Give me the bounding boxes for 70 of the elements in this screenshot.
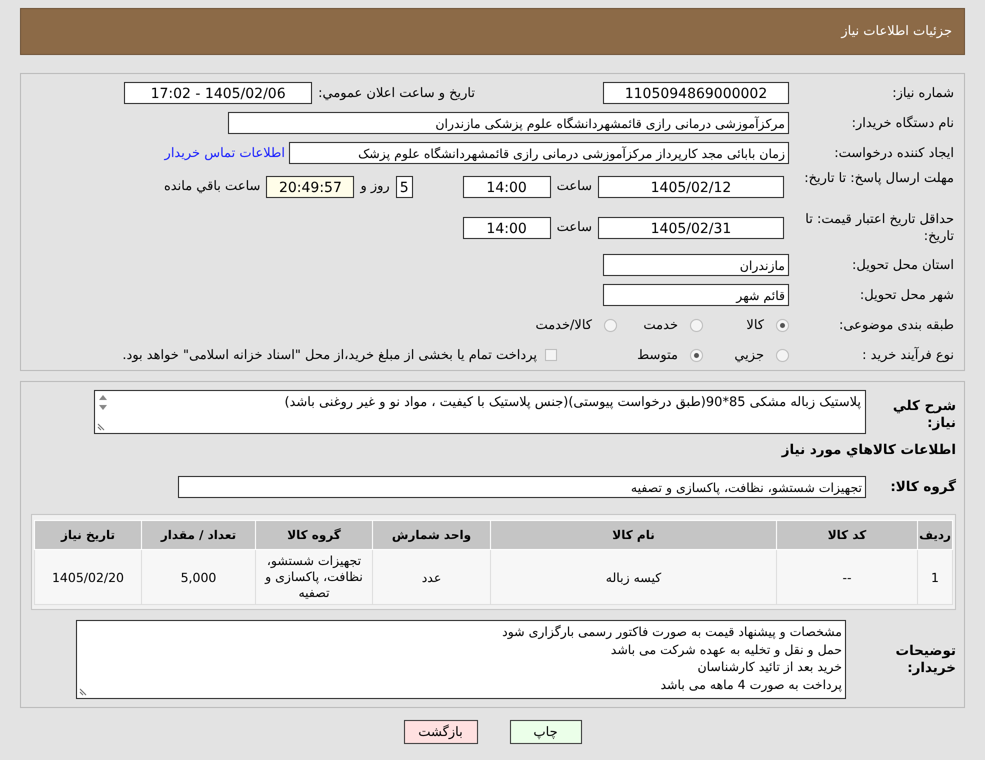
radio-button[interactable] bbox=[776, 318, 789, 332]
field-label: نوع فرآیند خرید : bbox=[861, 346, 954, 364]
back-button[interactable]: بازگشت bbox=[404, 720, 478, 744]
checkbox[interactable] bbox=[545, 349, 557, 361]
field-label: ساعت باقي مانده bbox=[164, 179, 260, 194]
column-header: ردیف bbox=[918, 520, 952, 550]
radio-button[interactable] bbox=[604, 318, 617, 332]
notes-line: خرید بعد از تائید کارشناسان bbox=[696, 658, 842, 676]
radio-button[interactable] bbox=[776, 348, 789, 362]
field-label: روز و bbox=[360, 179, 390, 194]
table-cell: 1405/02/20 bbox=[34, 550, 142, 604]
radio-button[interactable] bbox=[690, 318, 703, 332]
field-label: شماره نیاز: bbox=[891, 84, 954, 102]
option-label: خدمت bbox=[643, 318, 678, 332]
radio-button[interactable] bbox=[690, 348, 703, 362]
column-header: تاریخ نیاز bbox=[34, 520, 142, 550]
field-label: شرح کلي نياز: bbox=[892, 398, 956, 432]
field-label: حداقل تاریخ اعتبار قیمت: تا تاریخ: bbox=[804, 211, 954, 245]
column-header: واحد شمارش bbox=[372, 520, 490, 550]
text-field[interactable]: 1405/02/12 bbox=[598, 176, 784, 198]
option-label: متوسط bbox=[637, 348, 678, 362]
column-header: تعداد / مقدار bbox=[142, 520, 256, 550]
contact-link[interactable]: اطلاعات تماس خریدار bbox=[164, 146, 285, 160]
text-field[interactable]: 1405/02/31 bbox=[598, 217, 784, 239]
option-label: کالا/خدمت bbox=[535, 318, 592, 332]
text-field[interactable]: قائم شهر bbox=[603, 284, 789, 306]
table-cell: 5,000 bbox=[142, 550, 256, 604]
notes-line: مشخصات و پیشنهاد قیمت به صورت فاکتور رسمی بارگزاری شود bbox=[501, 623, 842, 640]
print-button[interactable]: چاپ bbox=[510, 720, 582, 744]
countdown-field[interactable]: 20:49:57 bbox=[266, 176, 354, 198]
field-label: طبقه بندی موضوعی: bbox=[838, 316, 954, 334]
field-label: نام دستگاه خریدار: bbox=[850, 114, 954, 132]
field-label: استان محل تحویل: bbox=[851, 256, 954, 274]
notes-field[interactable]: مشخصات و پیشنهاد قیمت به صورت فاکتور رسمی بارگزاری شود حمل و نقل و تخلیه به عهده شرکت می باشد خرید بعد از تائید کارشناسان پرداخت به صورت 4 ماهه می باشد bbox=[76, 620, 846, 699]
notes-line: حمل و نقل و تخلیه به عهده شرکت می باشد bbox=[610, 640, 842, 658]
field-label: گروه کالا: bbox=[889, 478, 956, 496]
notes-line: پرداخت به صورت 4 ماهه می باشد bbox=[659, 676, 842, 693]
text-field[interactable]: 1405/02/06 - 17:02 bbox=[124, 82, 312, 104]
field-label: تاريخ و ساعت اعلان عمومي: bbox=[318, 84, 475, 102]
text-field[interactable]: تجهیزات شستشو، نظافت، پاکسازی و تصفیه bbox=[178, 476, 866, 498]
text-field[interactable]: مازندران bbox=[603, 254, 789, 276]
text-field[interactable]: 1105094869000002 bbox=[603, 82, 789, 104]
table-cell: -- bbox=[776, 550, 918, 604]
table-cell: کیسه زباله bbox=[490, 550, 776, 604]
text-field[interactable]: 5 bbox=[396, 176, 413, 198]
option-label: جزيي bbox=[734, 348, 764, 362]
column-header: کد کالا bbox=[776, 520, 918, 550]
page-title: جزئیات اطلاعات نیاز bbox=[841, 24, 952, 39]
field-label: ایجاد کننده درخواست: bbox=[833, 144, 954, 162]
description-field[interactable]: پلاستیک زباله مشکی 85*90(طبق درخواست پیوستی)(جنس پلاستیک با کیفیت ، مواد نو و غیر روغنی باشد) bbox=[94, 390, 866, 434]
field-label: مهلت ارسال پاسخ: تا تاریخ: bbox=[803, 170, 954, 187]
field-label: ساعت bbox=[556, 179, 592, 194]
table-cell: تجهیزات شستشو، نظافت، پاکسازی و تصفیه bbox=[256, 550, 372, 604]
description-text: پلاستیک زباله مشکی 85*90(طبق درخواست پیوستی)(جنس پلاستیک با کیفیت ، مواد نو و غیر روغنی باشد) bbox=[283, 394, 861, 411]
column-header: نام کالا bbox=[490, 520, 776, 550]
field-label: شهر محل تحویل: bbox=[858, 286, 954, 304]
text-field[interactable]: 14:00 bbox=[462, 176, 551, 198]
text-field[interactable]: مرکزآموزشی درمانی رازی قائمشهردانشگاه علوم پزشکی مازندران bbox=[228, 112, 789, 134]
table-cell: 1 bbox=[918, 550, 952, 604]
field-label: ساعت bbox=[556, 220, 592, 235]
column-header: گروه کالا bbox=[256, 520, 372, 550]
field-label: توضیحات خریدار: bbox=[894, 642, 956, 676]
resize-grip-icon[interactable] bbox=[97, 423, 105, 431]
text-field[interactable]: 14:00 bbox=[462, 217, 551, 239]
table-cell: عدد bbox=[372, 550, 490, 604]
text-field[interactable]: زمان بابائی مجد کارپرداز مرکزآموزشی درمانی رازی قائمشهردانشگاه علوم پزشک bbox=[289, 142, 789, 164]
option-label: کالا bbox=[746, 318, 764, 332]
field-label: پرداخت تمام یا بخشی از مبلغ خرید،از محل "اسناد خزانه اسلامی" خواهد بود. bbox=[122, 348, 537, 362]
section-heading: اطلاعات کالاهاي مورد نياز bbox=[780, 442, 956, 458]
resize-grip-icon[interactable] bbox=[79, 688, 87, 696]
